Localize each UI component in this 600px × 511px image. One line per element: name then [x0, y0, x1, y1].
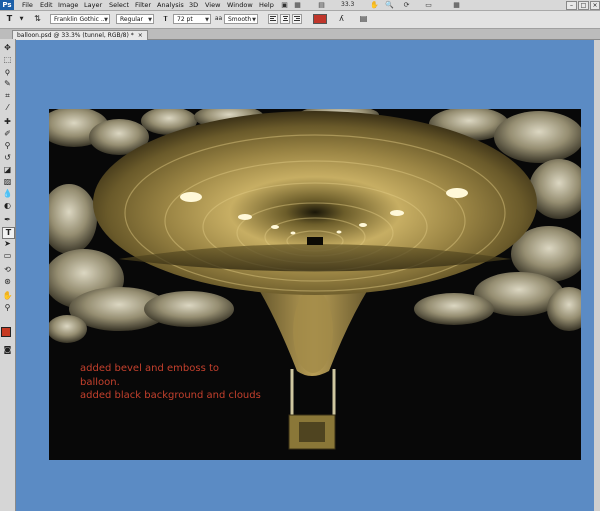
photoshop-logo: Ps	[0, 0, 14, 10]
3d-orbit-tool-icon[interactable]: ⊛	[2, 277, 13, 287]
maximize-button[interactable]: □	[578, 1, 589, 10]
menu-filter[interactable]: Filter	[135, 0, 151, 10]
eyedropper-tool-icon[interactable]: ⁄	[2, 103, 13, 113]
menu-window[interactable]: Window	[227, 0, 253, 10]
rotate-view-icon[interactable]: ⟳	[402, 1, 411, 9]
balloon-artwork	[49, 109, 581, 460]
quick-select-tool-icon[interactable]: ✎	[2, 79, 13, 89]
chevron-down-icon: ▼	[148, 17, 152, 23]
font-size-select[interactable]: 72 pt ▼	[173, 14, 211, 24]
pen-tool-icon[interactable]: ✒	[2, 215, 13, 225]
menu-analysis[interactable]: Analysis	[157, 0, 184, 10]
brush-tool-icon[interactable]: ✐	[2, 129, 13, 139]
hand-icon[interactable]: ✋	[370, 1, 379, 9]
extras-icon[interactable]: ▦	[452, 1, 461, 9]
lasso-tool-icon[interactable]: ϙ	[2, 67, 13, 77]
minimize-button[interactable]: –	[566, 1, 577, 10]
3d-rotate-tool-icon[interactable]: ⟲	[2, 265, 13, 275]
font-style-select[interactable]: Regular ▼	[116, 14, 154, 24]
type-tool-icon[interactable]: T	[2, 227, 15, 239]
toolbox: ✥ ⬚ ϙ ✎ ⌗ ⁄ ✚ ✐ ⚲ ↺ ◪ ▨ 💧 ◐ ✒ T ➤ ▭ ⟲ ⊛ …	[0, 39, 16, 511]
text-color-swatch[interactable]	[313, 14, 327, 24]
zoom-level[interactable]: 33.3	[341, 1, 359, 9]
stamp-tool-icon[interactable]: ⚲	[2, 141, 13, 151]
hand-tool-icon[interactable]: ✋	[2, 291, 13, 301]
align-right-button[interactable]	[292, 14, 302, 24]
options-bar: T ▼ ⇅ Franklin Gothic ... ▼ Regular ▼ 𝐓 72…	[0, 11, 600, 29]
vertical-scrollbar[interactable]	[594, 40, 600, 511]
foreground-color-swatch[interactable]	[1, 327, 11, 337]
caption-text-layer[interactable]: added bevel and emboss to balloon. added…	[80, 362, 261, 403]
menu-help[interactable]: Help	[259, 0, 274, 10]
history-brush-tool-icon[interactable]: ↺	[2, 153, 13, 163]
anti-alias-select[interactable]: Smooth ▼	[224, 14, 258, 24]
menu-view[interactable]: View	[205, 0, 220, 10]
menu-file[interactable]: File	[22, 0, 33, 10]
chevron-down-icon: ▼	[205, 17, 209, 23]
menu-select[interactable]: Select	[109, 0, 129, 10]
blur-tool-icon[interactable]: 💧	[2, 189, 13, 199]
marquee-tool-icon[interactable]: ⬚	[2, 55, 13, 65]
preset-dropdown-icon[interactable]: ▼	[16, 14, 27, 24]
document-tab[interactable]: balloon.psd @ 33.3% (tunnel, RGB/8) * ×	[12, 30, 148, 40]
menu-layer[interactable]: Layer	[84, 0, 102, 10]
caption-line: added black background and clouds	[80, 390, 261, 401]
anti-alias-icon: aa	[214, 15, 223, 22]
menu-image[interactable]: Image	[58, 0, 78, 10]
gradient-tool-icon[interactable]: ▨	[2, 177, 13, 187]
minibridge-icon[interactable]: ▦	[293, 1, 302, 9]
font-family-select[interactable]: Franklin Gothic ... ▼	[50, 14, 110, 24]
move-tool-icon[interactable]: ✥	[2, 43, 13, 53]
caption-line: added bevel and emboss to	[80, 363, 220, 374]
type-tool-preset-icon[interactable]: T	[4, 14, 15, 24]
menu-3d[interactable]: 3D	[189, 0, 198, 10]
chevron-down-icon: ▼	[104, 17, 108, 23]
document-canvas[interactable]	[49, 109, 581, 460]
shape-tool-icon[interactable]: ▭	[2, 251, 13, 261]
menu-bar: Ps File Edit Image Layer Select Filter A…	[0, 0, 600, 11]
align-left-button[interactable]	[268, 14, 278, 24]
zoom-tool-icon[interactable]: ⚲	[2, 303, 13, 313]
chevron-down-icon: ▼	[252, 17, 256, 23]
character-panel-icon[interactable]: ▤	[358, 14, 369, 24]
healing-tool-icon[interactable]: ✚	[2, 117, 13, 127]
text-orientation-icon[interactable]: ⇅	[32, 14, 43, 24]
path-select-tool-icon[interactable]: ➤	[2, 239, 13, 249]
close-icon[interactable]: ×	[138, 32, 143, 39]
font-size-icon: 𝐓	[163, 15, 168, 23]
arrange-icon[interactable]: ▤	[317, 1, 326, 9]
screen-mode-icon[interactable]: ▭	[424, 1, 433, 9]
document-tab-strip: balloon.psd @ 33.3% (tunnel, RGB/8) * ×	[0, 29, 600, 40]
align-center-button[interactable]	[280, 14, 290, 24]
bridge-icon[interactable]: ▣	[280, 1, 289, 9]
close-button[interactable]: ×	[590, 1, 600, 10]
caption-line: balloon.	[80, 376, 120, 388]
crop-tool-icon[interactable]: ⌗	[2, 91, 13, 101]
eraser-tool-icon[interactable]: ◪	[2, 165, 13, 175]
warp-text-icon[interactable]: ʎ	[336, 14, 347, 24]
zoom-icon[interactable]: 🔍	[385, 1, 394, 9]
dodge-tool-icon[interactable]: ◐	[2, 201, 13, 211]
quick-mask-icon[interactable]: ◙	[2, 345, 13, 355]
menu-edit[interactable]: Edit	[40, 0, 53, 10]
